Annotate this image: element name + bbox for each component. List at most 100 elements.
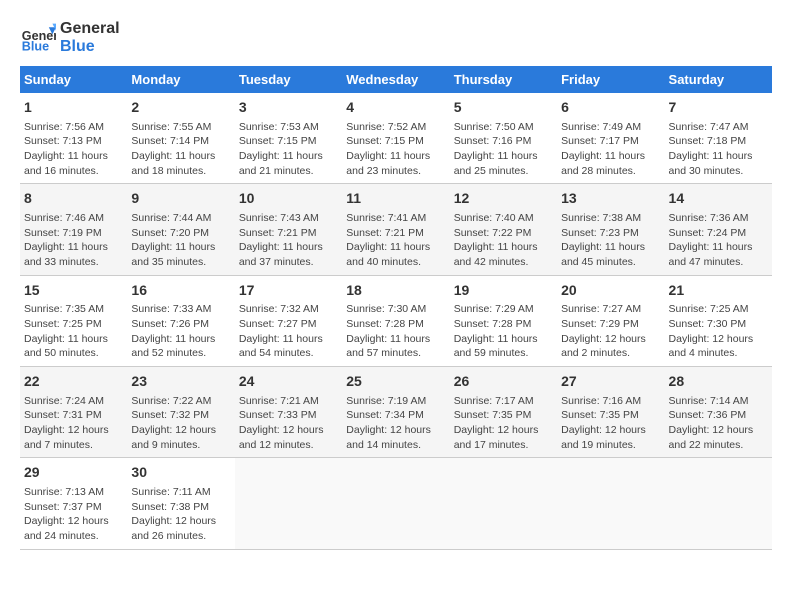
calendar-cell: 22Sunrise: 7:24 AMSunset: 7:31 PMDayligh…: [20, 367, 127, 458]
day-number: 22: [24, 372, 123, 392]
calendar-cell: 5Sunrise: 7:50 AMSunset: 7:16 PMDaylight…: [450, 93, 557, 184]
day-number: 11: [346, 189, 445, 209]
calendar-cell: 12Sunrise: 7:40 AMSunset: 7:22 PMDayligh…: [450, 184, 557, 275]
day-info: Sunrise: 7:49 AMSunset: 7:17 PMDaylight:…: [561, 120, 660, 179]
day-number: 26: [454, 372, 553, 392]
calendar-cell: 13Sunrise: 7:38 AMSunset: 7:23 PMDayligh…: [557, 184, 664, 275]
day-number: 27: [561, 372, 660, 392]
day-number: 30: [131, 463, 230, 483]
day-number: 7: [669, 98, 768, 118]
calendar-cell: [342, 458, 449, 549]
page-header: General Blue General Blue: [20, 20, 772, 56]
day-info: Sunrise: 7:35 AMSunset: 7:25 PMDaylight:…: [24, 302, 123, 361]
day-number: 23: [131, 372, 230, 392]
day-number: 18: [346, 281, 445, 301]
day-info: Sunrise: 7:40 AMSunset: 7:22 PMDaylight:…: [454, 211, 553, 270]
day-number: 29: [24, 463, 123, 483]
calendar-cell: 8Sunrise: 7:46 AMSunset: 7:19 PMDaylight…: [20, 184, 127, 275]
day-info: Sunrise: 7:53 AMSunset: 7:15 PMDaylight:…: [239, 120, 338, 179]
day-info: Sunrise: 7:22 AMSunset: 7:32 PMDaylight:…: [131, 394, 230, 453]
day-info: Sunrise: 7:47 AMSunset: 7:18 PMDaylight:…: [669, 120, 768, 179]
day-info: Sunrise: 7:46 AMSunset: 7:19 PMDaylight:…: [24, 211, 123, 270]
col-header-sunday: Sunday: [20, 66, 127, 93]
calendar-cell: 14Sunrise: 7:36 AMSunset: 7:24 PMDayligh…: [665, 184, 772, 275]
day-info: Sunrise: 7:11 AMSunset: 7:38 PMDaylight:…: [131, 485, 230, 544]
day-info: Sunrise: 7:44 AMSunset: 7:20 PMDaylight:…: [131, 211, 230, 270]
day-number: 19: [454, 281, 553, 301]
day-number: 8: [24, 189, 123, 209]
day-number: 9: [131, 189, 230, 209]
day-number: 16: [131, 281, 230, 301]
calendar-cell: 16Sunrise: 7:33 AMSunset: 7:26 PMDayligh…: [127, 275, 234, 366]
day-info: Sunrise: 7:25 AMSunset: 7:30 PMDaylight:…: [669, 302, 768, 361]
day-info: Sunrise: 7:30 AMSunset: 7:28 PMDaylight:…: [346, 302, 445, 361]
calendar-cell: 17Sunrise: 7:32 AMSunset: 7:27 PMDayligh…: [235, 275, 342, 366]
day-info: Sunrise: 7:33 AMSunset: 7:26 PMDaylight:…: [131, 302, 230, 361]
day-number: 25: [346, 372, 445, 392]
day-info: Sunrise: 7:16 AMSunset: 7:35 PMDaylight:…: [561, 394, 660, 453]
day-number: 28: [669, 372, 768, 392]
calendar-cell: 27Sunrise: 7:16 AMSunset: 7:35 PMDayligh…: [557, 367, 664, 458]
day-info: Sunrise: 7:24 AMSunset: 7:31 PMDaylight:…: [24, 394, 123, 453]
calendar-cell: 23Sunrise: 7:22 AMSunset: 7:32 PMDayligh…: [127, 367, 234, 458]
calendar-cell: 20Sunrise: 7:27 AMSunset: 7:29 PMDayligh…: [557, 275, 664, 366]
day-info: Sunrise: 7:17 AMSunset: 7:35 PMDaylight:…: [454, 394, 553, 453]
col-header-thursday: Thursday: [450, 66, 557, 93]
day-info: Sunrise: 7:50 AMSunset: 7:16 PMDaylight:…: [454, 120, 553, 179]
col-header-monday: Monday: [127, 66, 234, 93]
day-info: Sunrise: 7:27 AMSunset: 7:29 PMDaylight:…: [561, 302, 660, 361]
day-number: 20: [561, 281, 660, 301]
calendar-cell: 30Sunrise: 7:11 AMSunset: 7:38 PMDayligh…: [127, 458, 234, 549]
day-info: Sunrise: 7:38 AMSunset: 7:23 PMDaylight:…: [561, 211, 660, 270]
day-number: 17: [239, 281, 338, 301]
day-info: Sunrise: 7:14 AMSunset: 7:36 PMDaylight:…: [669, 394, 768, 453]
calendar-cell: 18Sunrise: 7:30 AMSunset: 7:28 PMDayligh…: [342, 275, 449, 366]
day-info: Sunrise: 7:43 AMSunset: 7:21 PMDaylight:…: [239, 211, 338, 270]
day-info: Sunrise: 7:21 AMSunset: 7:33 PMDaylight:…: [239, 394, 338, 453]
svg-text:Blue: Blue: [22, 40, 49, 54]
logo: General Blue General Blue: [20, 20, 120, 56]
day-number: 24: [239, 372, 338, 392]
calendar-cell: 9Sunrise: 7:44 AMSunset: 7:20 PMDaylight…: [127, 184, 234, 275]
calendar-cell: 11Sunrise: 7:41 AMSunset: 7:21 PMDayligh…: [342, 184, 449, 275]
col-header-friday: Friday: [557, 66, 664, 93]
day-number: 15: [24, 281, 123, 301]
calendar-cell: 7Sunrise: 7:47 AMSunset: 7:18 PMDaylight…: [665, 93, 772, 184]
day-info: Sunrise: 7:32 AMSunset: 7:27 PMDaylight:…: [239, 302, 338, 361]
day-info: Sunrise: 7:55 AMSunset: 7:14 PMDaylight:…: [131, 120, 230, 179]
day-info: Sunrise: 7:29 AMSunset: 7:28 PMDaylight:…: [454, 302, 553, 361]
calendar-cell: 26Sunrise: 7:17 AMSunset: 7:35 PMDayligh…: [450, 367, 557, 458]
day-info: Sunrise: 7:41 AMSunset: 7:21 PMDaylight:…: [346, 211, 445, 270]
calendar-cell: 28Sunrise: 7:14 AMSunset: 7:36 PMDayligh…: [665, 367, 772, 458]
calendar-cell: 15Sunrise: 7:35 AMSunset: 7:25 PMDayligh…: [20, 275, 127, 366]
calendar-cell: [450, 458, 557, 549]
calendar-cell: 29Sunrise: 7:13 AMSunset: 7:37 PMDayligh…: [20, 458, 127, 549]
day-number: 1: [24, 98, 123, 118]
calendar-cell: 2Sunrise: 7:55 AMSunset: 7:14 PMDaylight…: [127, 93, 234, 184]
day-info: Sunrise: 7:56 AMSunset: 7:13 PMDaylight:…: [24, 120, 123, 179]
calendar-cell: [235, 458, 342, 549]
calendar-cell: 21Sunrise: 7:25 AMSunset: 7:30 PMDayligh…: [665, 275, 772, 366]
calendar-table: SundayMondayTuesdayWednesdayThursdayFrid…: [20, 66, 772, 550]
day-number: 12: [454, 189, 553, 209]
calendar-cell: 4Sunrise: 7:52 AMSunset: 7:15 PMDaylight…: [342, 93, 449, 184]
calendar-cell: 1Sunrise: 7:56 AMSunset: 7:13 PMDaylight…: [20, 93, 127, 184]
calendar-cell: 24Sunrise: 7:21 AMSunset: 7:33 PMDayligh…: [235, 367, 342, 458]
day-number: 21: [669, 281, 768, 301]
calendar-cell: 19Sunrise: 7:29 AMSunset: 7:28 PMDayligh…: [450, 275, 557, 366]
col-header-tuesday: Tuesday: [235, 66, 342, 93]
day-number: 2: [131, 98, 230, 118]
day-number: 5: [454, 98, 553, 118]
day-info: Sunrise: 7:19 AMSunset: 7:34 PMDaylight:…: [346, 394, 445, 453]
day-info: Sunrise: 7:13 AMSunset: 7:37 PMDaylight:…: [24, 485, 123, 544]
day-number: 10: [239, 189, 338, 209]
day-info: Sunrise: 7:52 AMSunset: 7:15 PMDaylight:…: [346, 120, 445, 179]
calendar-cell: 10Sunrise: 7:43 AMSunset: 7:21 PMDayligh…: [235, 184, 342, 275]
calendar-cell: 3Sunrise: 7:53 AMSunset: 7:15 PMDaylight…: [235, 93, 342, 184]
logo-icon: General Blue: [20, 20, 56, 56]
day-info: Sunrise: 7:36 AMSunset: 7:24 PMDaylight:…: [669, 211, 768, 270]
col-header-wednesday: Wednesday: [342, 66, 449, 93]
calendar-cell: 6Sunrise: 7:49 AMSunset: 7:17 PMDaylight…: [557, 93, 664, 184]
day-number: 4: [346, 98, 445, 118]
calendar-cell: 25Sunrise: 7:19 AMSunset: 7:34 PMDayligh…: [342, 367, 449, 458]
